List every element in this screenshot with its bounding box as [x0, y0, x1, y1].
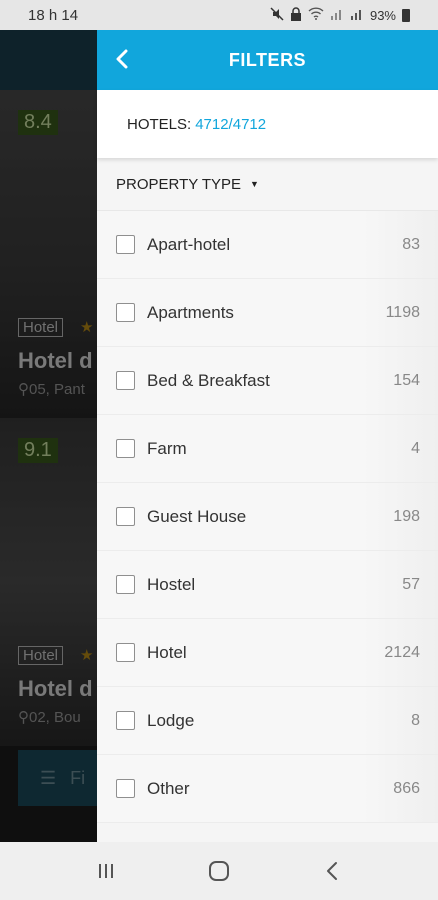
status-bar: 18 h 14 93% — [0, 0, 438, 30]
property-type-list: Apart-hotel 83 Apartments 1198 Bed & Bre… — [97, 210, 438, 823]
option-count: 154 — [393, 371, 420, 389]
option-label: Apart-hotel — [147, 234, 231, 254]
checkbox[interactable] — [116, 779, 135, 798]
back-nav-icon[interactable] — [312, 851, 352, 891]
battery-percent: 93% — [369, 7, 396, 23]
status-time: 18 h 14 — [28, 6, 79, 24]
filters-header: FILTERS — [97, 30, 438, 90]
system-nav-bar — [0, 842, 438, 900]
home-icon[interactable] — [199, 851, 239, 891]
checkbox[interactable] — [116, 303, 135, 322]
option-count: 8 — [411, 711, 420, 729]
option-label: Lodge — [147, 710, 195, 730]
filter-option-apart-hotel[interactable]: Apart-hotel 83 — [97, 211, 438, 279]
filter-option-hotel[interactable]: Hotel 2124 — [97, 619, 438, 687]
filter-option-guest-house[interactable]: Guest House 198 — [97, 483, 438, 551]
page-title: FILTERS — [228, 49, 307, 70]
checkbox[interactable] — [116, 235, 135, 254]
back-arrow-icon[interactable] — [107, 44, 137, 74]
checkbox[interactable] — [116, 711, 135, 730]
option-label: Farm — [147, 438, 187, 458]
filters-panel: FILTERS HOTELS: 4712/4712 PROPERTY TYPE … — [97, 30, 438, 842]
hotels-count: 4712/4712 — [195, 115, 267, 133]
option-label: Guest House — [147, 506, 247, 526]
option-label: Apartments — [147, 302, 234, 322]
section-title: PROPERTY TYPE — [116, 175, 242, 193]
caret-down-icon: ▼ — [250, 179, 259, 189]
hotels-label: HOTELS: — [127, 115, 192, 133]
option-count: 83 — [402, 235, 420, 253]
option-count: 2124 — [384, 643, 420, 661]
checkbox[interactable] — [116, 507, 135, 526]
checkbox[interactable] — [116, 575, 135, 594]
recent-apps-icon[interactable] — [86, 851, 126, 891]
battery-icon — [402, 8, 410, 22]
option-count: 198 — [393, 507, 420, 525]
wifi-icon — [308, 7, 324, 23]
mute-icon — [270, 6, 284, 24]
checkbox[interactable] — [116, 643, 135, 662]
hotels-count-row: HOTELS: 4712/4712 — [97, 90, 438, 158]
status-icons: 93% — [270, 6, 410, 24]
filter-option-lodge[interactable]: Lodge 8 — [97, 687, 438, 755]
option-count: 4 — [411, 439, 420, 457]
signal-icon — [330, 7, 344, 23]
checkbox[interactable] — [116, 371, 135, 390]
filter-option-apartments[interactable]: Apartments 1198 — [97, 279, 438, 347]
dim-overlay[interactable] — [0, 30, 100, 842]
option-label: Other — [147, 778, 190, 798]
lock-icon — [290, 6, 302, 24]
property-type-section-header[interactable]: PROPERTY TYPE ▼ — [97, 158, 438, 210]
filter-option-other[interactable]: Other 866 — [97, 755, 438, 823]
option-count: 1198 — [385, 303, 420, 321]
option-count: 866 — [393, 779, 420, 797]
filter-option-bed-and-breakfast[interactable]: Bed & Breakfast 154 — [97, 347, 438, 415]
signal-icon — [350, 7, 364, 23]
checkbox[interactable] — [116, 439, 135, 458]
option-label: Bed & Breakfast — [147, 370, 270, 390]
filter-option-hostel[interactable]: Hostel 57 — [97, 551, 438, 619]
option-label: Hotel — [147, 642, 187, 662]
option-count: 57 — [402, 575, 420, 593]
option-label: Hostel — [147, 574, 196, 594]
filter-option-farm[interactable]: Farm 4 — [97, 415, 438, 483]
